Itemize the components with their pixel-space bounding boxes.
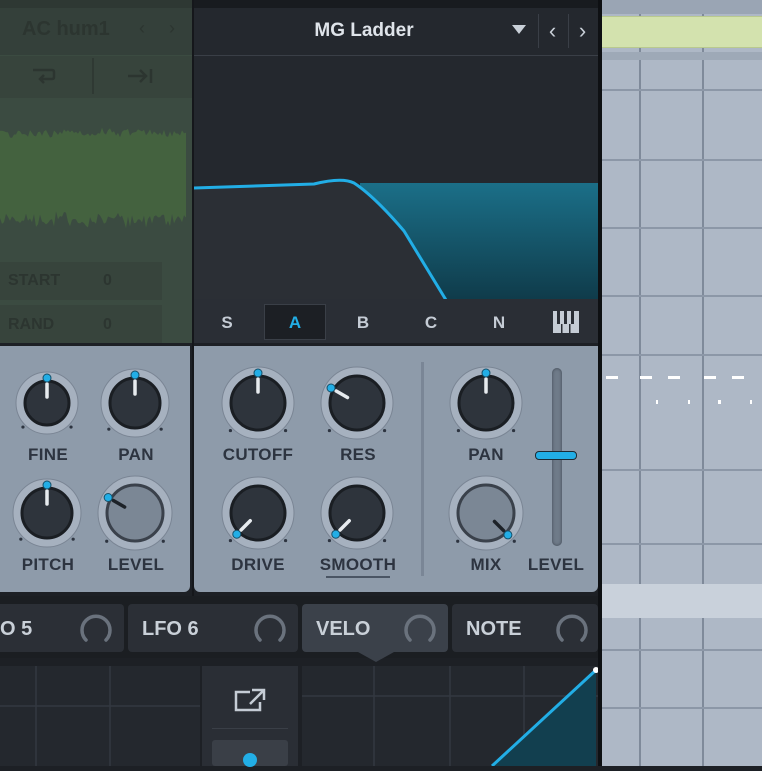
fx-pan-knob[interactable] <box>448 365 524 441</box>
pan-knob[interactable] <box>97 365 173 441</box>
mix-knob[interactable] <box>448 475 524 551</box>
osc-preset-name[interactable]: AC hum1 <box>22 18 110 41</box>
host-track-area <box>602 0 762 766</box>
filter-dropdown-icon[interactable] <box>512 25 526 34</box>
mod-ring-icon-note[interactable] <box>554 612 590 648</box>
cutoff-label: CUTOFF <box>222 445 294 464</box>
fine-label: FINE <box>28 445 68 464</box>
osc-prev-icon[interactable]: ‹ <box>139 18 145 39</box>
start-value[interactable]: 0 <box>103 272 112 290</box>
skip-end-icon[interactable] <box>126 66 156 86</box>
start-label: START <box>8 272 61 289</box>
level-fader-handle[interactable] <box>535 451 577 460</box>
pan-label: PAN <box>118 445 154 464</box>
osc-next-icon[interactable]: › <box>169 18 175 39</box>
level-knob[interactable] <box>97 475 173 551</box>
rand-value[interactable]: 0 <box>103 316 112 334</box>
pitch-label: PITCH <box>21 555 75 574</box>
filter-next-icon[interactable]: › <box>568 14 596 48</box>
waveform-display[interactable] <box>0 100 192 250</box>
cutoff-knob[interactable] <box>220 365 296 441</box>
mod-ring-icon-velo[interactable] <box>402 612 438 648</box>
tab-n[interactable]: N <box>466 311 532 335</box>
velocity-curve-display[interactable] <box>302 666 599 768</box>
mod-tab-note-label: NOTE <box>466 618 522 640</box>
tab-s[interactable]: S <box>194 311 260 335</box>
keyboard-track-icon[interactable] <box>552 310 580 334</box>
rand-label: RAND <box>8 316 55 333</box>
tool-divider <box>212 728 288 729</box>
fine-knob[interactable] <box>9 365 85 441</box>
tab-c[interactable]: C <box>398 311 464 335</box>
velo-tab-pointer <box>358 652 394 662</box>
filter-type-name[interactable]: MG Ladder <box>194 20 534 42</box>
osc-header-strip <box>0 0 192 8</box>
filter-top-strip <box>194 0 598 8</box>
res-label: RES <box>340 445 376 464</box>
env-grid-left[interactable] <box>0 666 200 766</box>
fx-pan-label: PAN <box>468 445 504 464</box>
export-icon[interactable] <box>232 686 268 714</box>
osc-panel: AC hum1 ‹ › START 0 RAND 0 <box>0 0 192 343</box>
mod-ring-icon-lfo5[interactable] <box>78 612 114 648</box>
drive-label: DRIVE <box>231 555 285 574</box>
smooth-knob[interactable] <box>319 475 395 551</box>
smooth-underline <box>326 576 390 578</box>
tool-dot-icon <box>243 753 257 767</box>
res-knob[interactable] <box>319 365 395 441</box>
loop-icon[interactable] <box>28 64 58 86</box>
filter-prev-icon[interactable]: ‹ <box>538 14 566 48</box>
tab-b[interactable]: B <box>330 311 396 335</box>
pitch-knob[interactable] <box>9 475 85 551</box>
mod-tab-velo-label: VELO <box>316 618 371 640</box>
filter-panel: MG Ladder ‹ › S A B C N <box>193 0 598 343</box>
drive-knob[interactable] <box>220 475 296 551</box>
filter-section-divider <box>421 362 424 576</box>
host-clip[interactable] <box>602 16 762 48</box>
level-label: LEVEL <box>107 555 165 574</box>
filter-curve-display[interactable] <box>193 55 598 301</box>
mod-tab-lfo5-label: O 5 <box>0 618 33 640</box>
smooth-label: SMOOTH <box>319 555 397 574</box>
mod-tab-lfo6-label: LFO 6 <box>142 618 199 640</box>
fx-level-label: LEVEL <box>527 555 585 574</box>
mod-ring-icon-lfo6[interactable] <box>252 612 288 648</box>
tab-a[interactable]: A <box>262 311 328 335</box>
osc-toolbar-divider <box>92 58 94 94</box>
